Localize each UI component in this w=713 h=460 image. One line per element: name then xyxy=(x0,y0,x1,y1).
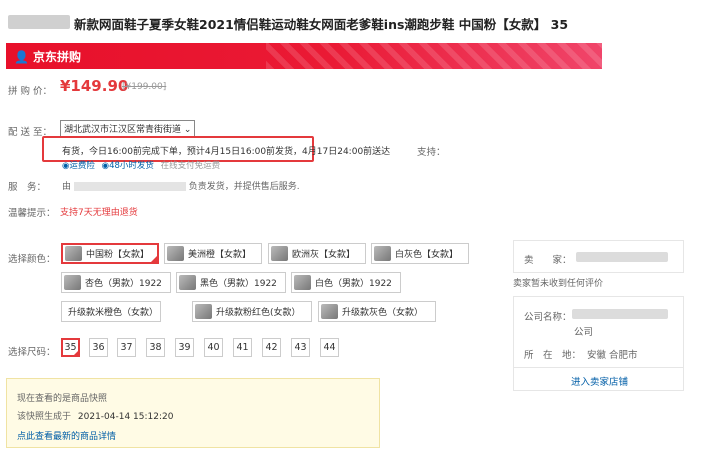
original-price: [¥199.00] xyxy=(122,82,167,92)
divider xyxy=(514,367,683,368)
shoe-thumbnail xyxy=(271,246,288,261)
snapshot-notice: 现在查看的是商品快照 该快照生成于 2021-04-14 15:12:20 点此… xyxy=(6,378,380,448)
service-label: 服 务： xyxy=(8,182,47,193)
snapshot-time-label: 该快照生成于 xyxy=(17,412,72,422)
color-option-label: 美洲橙【女款】 xyxy=(188,250,252,260)
location-label: 所 在 地： xyxy=(524,350,582,361)
product-title: 新款网面鞋子夏季女鞋2021情侣鞋运动鞋女网面老爹鞋ins潮跑步鞋 中国粉【女款… xyxy=(8,14,568,33)
size-option[interactable]: 41 xyxy=(233,338,252,357)
size-option[interactable]: 38 xyxy=(146,338,165,357)
latest-details-link[interactable]: 点此查看最新的商品详情 xyxy=(17,429,116,442)
color-option[interactable]: 白色（男款）1922 xyxy=(291,272,401,293)
chevron-down-icon: ⌄ xyxy=(183,125,192,135)
color-option[interactable]: 黑色（男款）1922 xyxy=(176,272,286,293)
color-option-label: 黑色（男款）1922 xyxy=(200,279,277,289)
shoe-thumbnail xyxy=(64,275,81,290)
location-value: 安徽 合肥市 xyxy=(587,350,638,361)
shoe-thumbnail xyxy=(65,246,82,261)
company-suffix: 公司 xyxy=(574,327,594,338)
size-option[interactable]: 44 xyxy=(320,338,339,357)
shoe-thumbnail xyxy=(167,246,184,261)
color-option[interactable]: 白灰色【女款】 xyxy=(371,243,469,264)
color-option[interactable]: 升级款灰色（女款） xyxy=(318,301,436,322)
shoe-thumbnail xyxy=(374,246,391,261)
service-text: 由 负责发货，并提供售后服务. xyxy=(62,179,300,192)
redacted-block xyxy=(572,309,668,319)
size-option[interactable]: 36 xyxy=(89,338,108,357)
badge-free-shipping: 在线支付免运费 xyxy=(160,161,221,171)
snapshot-line1: 现在查看的是商品快照 xyxy=(17,394,108,404)
color-option-label: 白灰色【女款】 xyxy=(395,250,459,260)
product-title-text: 新款网面鞋子夏季女鞋2021情侣鞋运动鞋女网面老爹鞋ins潮跑步鞋 中国粉【女款… xyxy=(74,17,569,32)
stock-text: 有货，今日16:00前完成下单，预计4月15日16:00前发货，4月17日24:… xyxy=(62,147,391,157)
delivery-badges: ◉运费险 ◉48小时发货 在线支付免运费 xyxy=(62,159,220,171)
shoe-thumbnail xyxy=(179,275,196,290)
color-option-label: 升级款米橙色（女款） xyxy=(68,308,159,318)
tip-text: 支持7天无理由退货 xyxy=(60,208,138,218)
color-label: 选择颜色： xyxy=(8,254,56,265)
company-box: 公司名称： 公司 所 在 地： 安徽 合肥市 进入卖家店铺 xyxy=(513,296,684,391)
user-icon: 👤 xyxy=(14,50,29,64)
snapshot-line2: 该快照生成于 2021-04-14 15:12:20 xyxy=(17,409,173,422)
jd-pingou-banner: 👤 京东拼购 xyxy=(6,43,602,69)
color-option-label: 杏色（男款）1922 xyxy=(85,279,162,289)
price-label: 拼 购 价： xyxy=(8,86,53,97)
color-option-label: 中国粉【女款】 xyxy=(86,250,150,260)
color-option[interactable]: 杏色（男款）1922 xyxy=(61,272,171,293)
delivery-location-select[interactable]: 湖北武汉市江汉区常青街街道 ⌄ xyxy=(60,120,196,137)
color-option[interactable]: 升级款粉红色(女款） xyxy=(192,301,312,322)
badge-freight-insurance[interactable]: 运费险 xyxy=(69,161,95,171)
color-option[interactable]: 美洲橙【女款】 xyxy=(164,243,262,264)
banner-label: 京东拼购 xyxy=(32,50,81,64)
color-option-label: 欧洲灰【女款】 xyxy=(292,250,356,260)
size-option[interactable]: 43 xyxy=(291,338,310,357)
size-label: 选择尺码： xyxy=(8,347,56,358)
clock-icon: ◉ xyxy=(101,161,110,171)
redacted-block xyxy=(73,182,186,191)
color-option-label: 白色（男款）1922 xyxy=(315,279,392,289)
size-option[interactable]: 39 xyxy=(175,338,194,357)
snapshot-time: 2021-04-14 15:12:20 xyxy=(77,412,174,422)
seller-label: 卖 家： xyxy=(524,255,572,266)
tip-label: 温馨提示： xyxy=(8,208,56,219)
banner-logo: 👤 京东拼购 xyxy=(14,48,81,65)
delivery-location-value: 湖北武汉市江汉区常青街街道 xyxy=(64,125,182,135)
color-option-label: 升级款灰色（女款） xyxy=(342,308,424,318)
color-option[interactable]: 欧洲灰【女款】 xyxy=(268,243,366,264)
size-option[interactable]: 42 xyxy=(262,338,281,357)
color-option-label: 升级款粉红色(女款） xyxy=(216,308,301,318)
banner-pattern xyxy=(266,43,602,69)
size-option[interactable]: 40 xyxy=(204,338,223,357)
seller-box: 卖 家： xyxy=(513,240,684,273)
color-option[interactable]: 中国粉【女款】 xyxy=(61,243,159,264)
shoe-thumbnail xyxy=(294,275,311,290)
service-prefix: 由 xyxy=(62,182,72,192)
shoe-thumbnail xyxy=(321,304,338,319)
enter-store-link[interactable]: 进入卖家店铺 xyxy=(571,374,628,388)
no-review-text: 卖家暂未收到任何评价 xyxy=(513,279,604,289)
shoe-thumbnail xyxy=(195,304,212,319)
support-label: 支持： xyxy=(417,147,446,158)
size-option[interactable]: 35 xyxy=(61,338,80,357)
price-value: ¥149.90 xyxy=(60,77,129,95)
badge-48h[interactable]: 48小时发货 xyxy=(109,161,154,171)
redacted-block xyxy=(8,15,70,29)
color-option[interactable]: 升级款米橙色（女款） xyxy=(61,301,161,322)
company-label: 公司名称： xyxy=(524,312,572,323)
size-option[interactable]: 37 xyxy=(117,338,136,357)
service-suffix: 负责发货，并提供售后服务. xyxy=(188,182,300,192)
redacted-block xyxy=(576,252,668,262)
